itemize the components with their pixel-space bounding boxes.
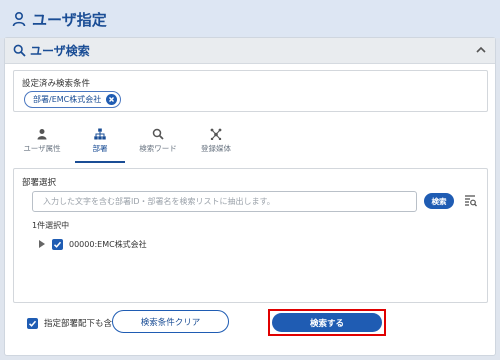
search-icon: [152, 128, 164, 140]
selected-count: 1件選択中: [32, 221, 70, 230]
check-icon: [28, 320, 37, 327]
department-select-box: 部署選択 検索 1件選択中 00000:EMC株式会社: [13, 168, 488, 303]
include-sub-departments: 指定部署配下も含む: [27, 317, 121, 329]
panel-header[interactable]: ユーザ検索: [5, 38, 495, 64]
search-tabs: ユーザ属性 部署 検索ワード 登録媒体: [13, 126, 245, 163]
list-search-icon[interactable]: [464, 194, 477, 207]
tab-label: 登録媒体: [201, 144, 231, 153]
clear-conditions-button[interactable]: 検索条件クリア: [112, 310, 229, 333]
page-header: ユーザ指定: [0, 0, 500, 38]
submit-search-button[interactable]: 検索する: [272, 313, 382, 332]
tab-department[interactable]: 部署: [71, 126, 129, 163]
department-label: 部署選択: [22, 178, 57, 188]
org-chart-icon: [94, 128, 106, 140]
search-conditions-box: 設定済み検索条件 部署/EMC株式会社: [13, 70, 488, 112]
department-search-input[interactable]: [32, 191, 417, 212]
tab-label: ユーザ属性: [23, 144, 61, 153]
tab-search-word[interactable]: 検索ワード: [129, 126, 187, 163]
person-icon: [12, 11, 26, 27]
tab-registration-medium[interactable]: 登録媒体: [187, 126, 245, 163]
tab-label: 部署: [92, 144, 108, 153]
caret-right-icon[interactable]: [38, 239, 46, 249]
check-icon: [53, 241, 62, 248]
tree-item-label: 00000:EMC株式会社: [69, 239, 147, 249]
tree-item-checkbox[interactable]: [52, 238, 63, 250]
chip-label: 部署/EMC株式会社: [33, 95, 102, 104]
search-icon: [13, 44, 26, 57]
tree-item: 00000:EMC株式会社: [38, 236, 147, 252]
include-sub-checkbox[interactable]: [27, 317, 38, 329]
tab-label: 検索ワード: [139, 144, 177, 153]
chevron-up-icon[interactable]: [475, 44, 487, 56]
panel-title: ユーザ検索: [30, 44, 90, 58]
page-title: ユーザ指定: [32, 10, 107, 29]
department-search-button[interactable]: 検索: [424, 193, 454, 209]
user-search-panel: ユーザ検索 設定済み検索条件 部署/EMC株式会社 ユーザ属性 部署 検索ワード…: [4, 37, 496, 356]
tab-user-attributes[interactable]: ユーザ属性: [13, 126, 71, 163]
include-sub-label: 指定部署配下も含む: [44, 319, 121, 329]
conditions-label: 設定済み検索条件: [22, 79, 91, 89]
network-icon: [210, 128, 222, 140]
condition-chip[interactable]: 部署/EMC株式会社: [24, 91, 122, 108]
close-circle-icon[interactable]: [106, 94, 118, 105]
person-icon: [37, 129, 47, 140]
